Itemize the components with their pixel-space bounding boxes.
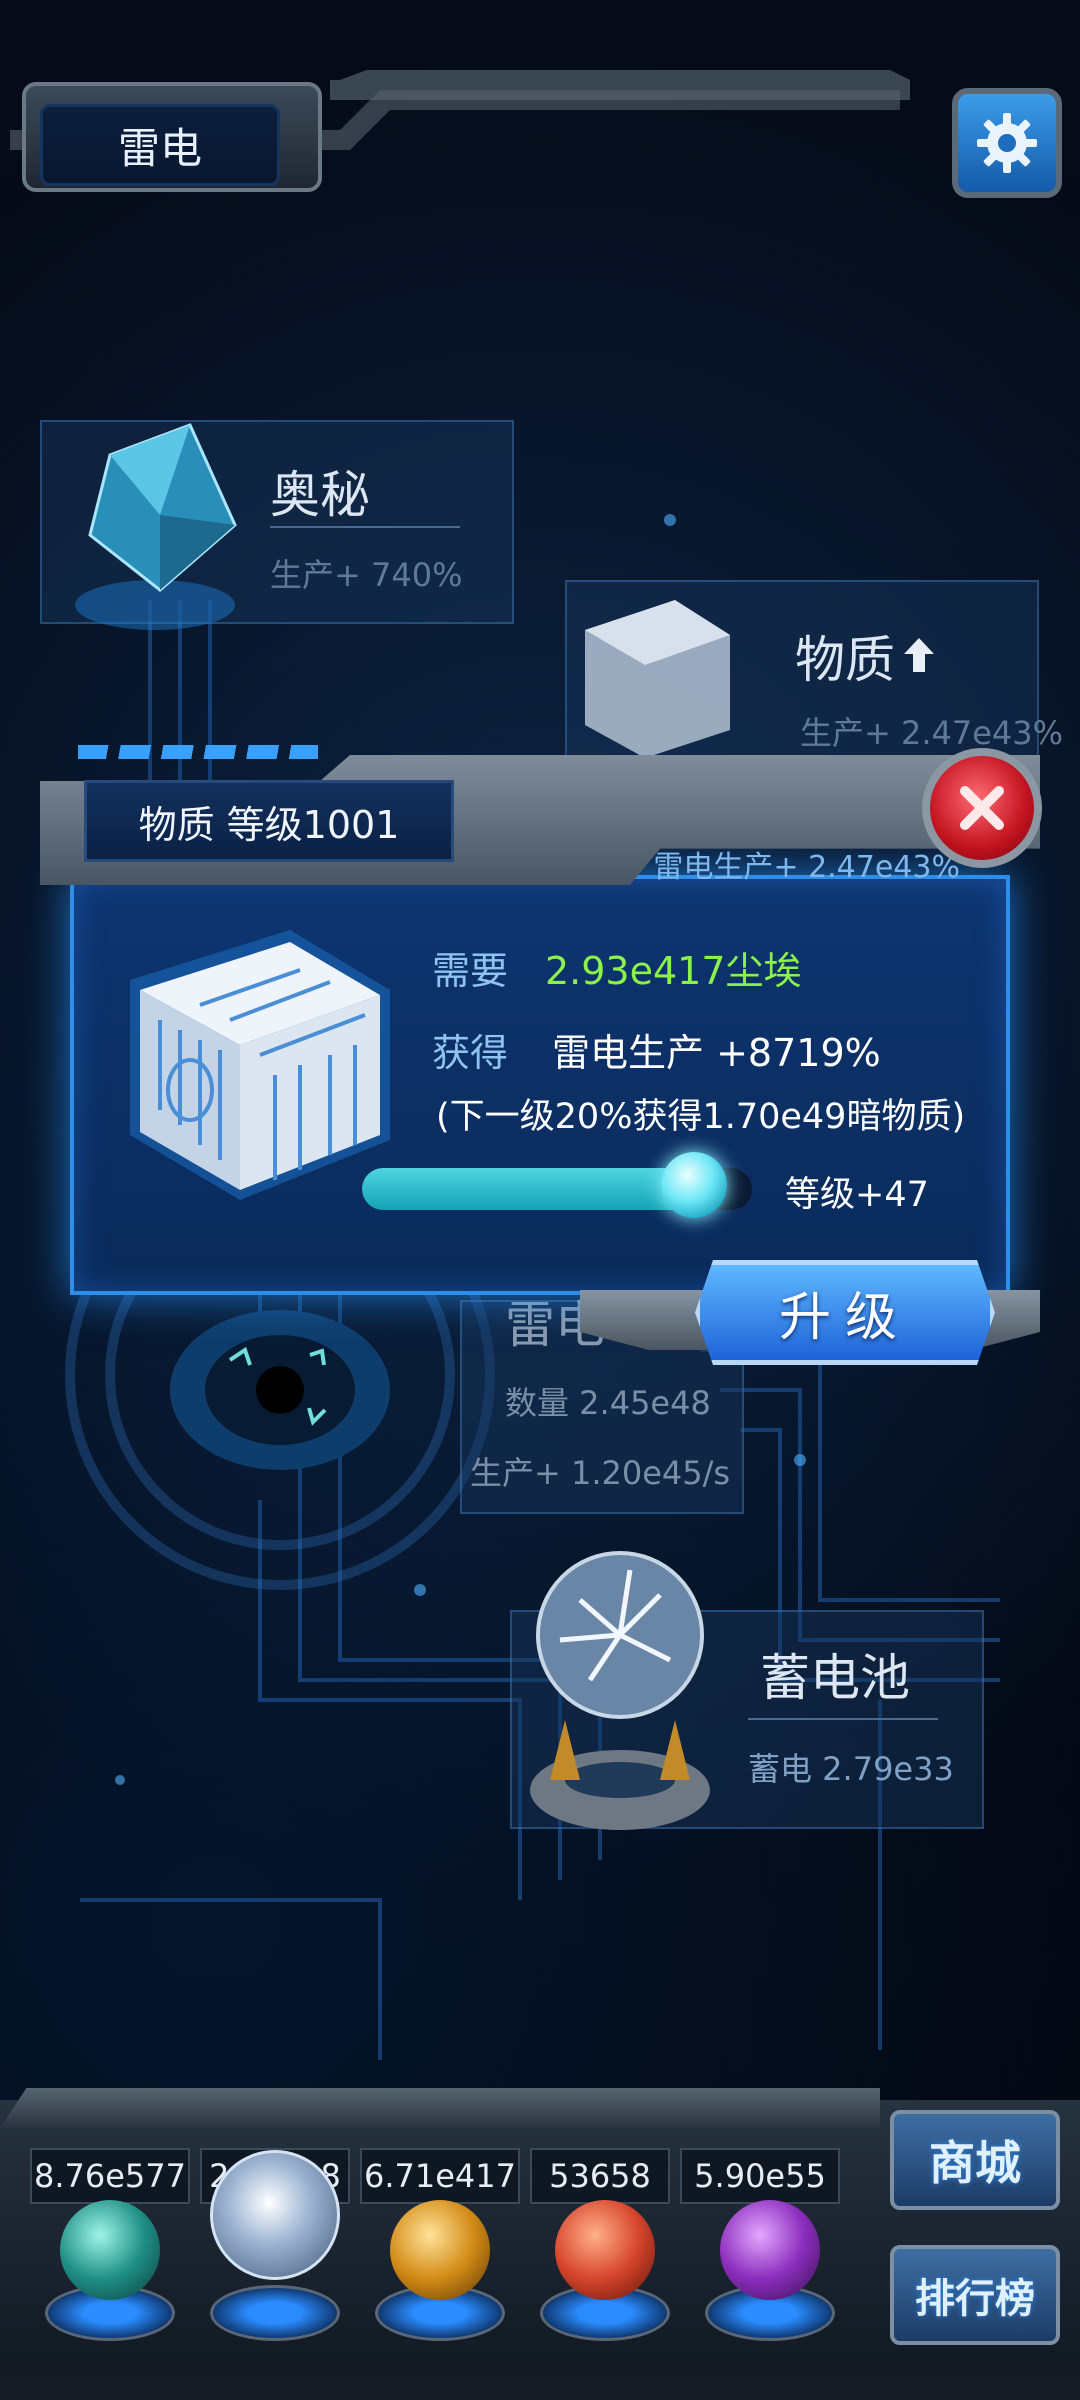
node-title-aomi: 奥秘 xyxy=(270,466,370,524)
shop-button[interactable]: 商城 xyxy=(890,2110,1060,2210)
close-button[interactable] xyxy=(922,748,1042,868)
matter-cube-icon xyxy=(130,930,390,1200)
node-title-wuzhi: 物质 xyxy=(795,631,895,689)
gain-label: 获得 xyxy=(432,1031,509,1075)
resource-value: 8.76e577 xyxy=(30,2148,190,2204)
resource-pedestal xyxy=(210,2285,340,2341)
close-icon xyxy=(960,786,1004,830)
settings-button[interactable] xyxy=(952,88,1062,198)
need-value: 2.93e417尘埃 xyxy=(545,949,802,993)
black-hole-icon xyxy=(170,1310,390,1470)
upgrade-button[interactable]: 升级 xyxy=(695,1260,995,1365)
level-add-label: 等级+47 xyxy=(785,1175,929,1215)
resource-orb-red[interactable] xyxy=(555,2200,655,2300)
level-up-arrow-icon xyxy=(904,638,934,672)
matter-cube-icon xyxy=(585,600,730,758)
resource-orb-gold[interactable] xyxy=(390,2200,490,2300)
resource-orb-purple[interactable] xyxy=(720,2200,820,2300)
resource-value: 6.71e417 xyxy=(360,2148,520,2204)
plasma-orb-icon xyxy=(530,1551,710,1830)
progress-slider-knob[interactable] xyxy=(660,1152,727,1218)
resource-orb-teal[interactable] xyxy=(60,2200,160,2300)
next-level-note: (下一级20%获得1.70e49暗物质) xyxy=(436,1097,966,1137)
header-stripes xyxy=(78,745,318,759)
divider xyxy=(748,1718,938,1720)
leaderboard-button[interactable]: 排行榜 xyxy=(890,2245,1060,2345)
node-rate-generator: 生产+ 1.20e45/s xyxy=(470,1454,731,1492)
divider xyxy=(270,526,460,528)
resource-value: 53658 xyxy=(530,2148,670,2204)
node-sub-wuzhi: 生产+ 2.47e43% xyxy=(800,714,1064,752)
node-title-battery: 蓄电池 xyxy=(760,1649,910,1707)
resource-orb-lightning[interactable] xyxy=(210,2150,340,2280)
gear-icon xyxy=(977,113,1037,173)
dialog-subtitle: 雷电生产+ 2.47e43% xyxy=(653,850,960,885)
crystal-icon xyxy=(75,423,237,630)
resource-value: 5.90e55 xyxy=(680,2148,840,2204)
need-label: 需要 xyxy=(432,949,509,993)
node-count-generator: 数量 2.45e48 xyxy=(505,1384,711,1422)
dialog-title: 物质 等级1001 xyxy=(84,780,454,862)
page-title: 雷电 xyxy=(40,104,280,186)
node-sub-aomi: 生产+ 740% xyxy=(270,556,463,594)
progress-fill xyxy=(362,1168,694,1210)
bottom-frame-top xyxy=(0,2088,880,2128)
gain-value: 雷电生产 +8719% xyxy=(552,1031,881,1075)
node-sub-battery: 蓄电 2.79e33 xyxy=(748,1750,954,1788)
bottom-edge xyxy=(0,2370,1080,2400)
